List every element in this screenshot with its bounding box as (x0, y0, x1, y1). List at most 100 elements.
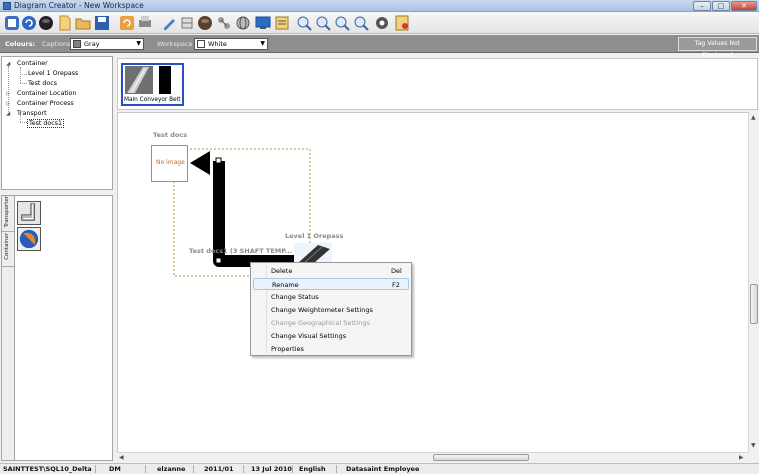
status-date: 13 Jul 2010 (251, 465, 292, 473)
pencil-icon[interactable] (161, 15, 177, 31)
report-icon[interactable] (394, 15, 410, 31)
captions-label: Captions (42, 40, 71, 48)
node-test-docs[interactable]: No image (151, 145, 188, 182)
tree-line (20, 122, 27, 123)
context-menu: Delete Del Rename F2 Change Status Chang… (250, 262, 412, 356)
node-icon[interactable] (197, 15, 213, 31)
tag-values-button[interactable]: Tag Values Not Displayed (678, 37, 757, 59)
menu-item-shortcut: Del (391, 267, 402, 275)
scrollbar-corner (748, 452, 759, 462)
diagram-thumbnail-strip: Main Conveyor Belt (117, 58, 758, 110)
captions-colour-swatch (73, 40, 81, 48)
tree-line (20, 74, 27, 75)
tree-expander[interactable]: ◢ (6, 61, 10, 67)
tree-line (20, 67, 21, 83)
tab-container[interactable]: Container (2, 233, 14, 267)
scroll-right-icon[interactable]: ▶ (739, 454, 744, 461)
resize-handle (215, 157, 222, 164)
status-period: 2011/01 (204, 465, 234, 473)
chevron-down-icon: ▼ (260, 40, 265, 47)
zoom-fit-icon[interactable] (334, 15, 350, 31)
layer-icon[interactable] (179, 15, 195, 31)
menu-item-properties[interactable]: Properties (253, 343, 409, 355)
menu-item-label: Change Geographical Settings (271, 319, 370, 327)
title-bar: Diagram Creator - New Workspace – □ ✕ (0, 0, 759, 12)
object-palette: Transporter Container (1, 195, 113, 461)
close-button[interactable]: ✕ (731, 1, 757, 11)
zoom-out-icon[interactable] (315, 15, 331, 31)
transporter-chute-icon[interactable] (17, 201, 41, 225)
menu-item-label: Delete (271, 267, 293, 275)
thumbnail-main-conveyor-belt[interactable]: Main Conveyor Belt (121, 63, 184, 106)
refresh-icon[interactable] (21, 15, 37, 31)
tree-item-level-1-orepass[interactable]: Level 1 Orepass (28, 70, 78, 77)
menu-item-rename[interactable]: Rename F2 (253, 278, 409, 290)
conveyor-arrowhead (190, 151, 210, 175)
colours-label: Colours: (5, 40, 36, 48)
scroll-up-icon[interactable]: ▲ (751, 114, 756, 121)
undo-icon[interactable] (119, 15, 135, 31)
node-test-docs-label: Test docs (153, 131, 188, 139)
save-icon[interactable] (94, 15, 110, 31)
vertical-scroll-thumb[interactable] (750, 284, 758, 324)
main-toolbar (0, 12, 759, 34)
container-ball-icon[interactable] (17, 227, 41, 251)
globe-icon[interactable] (235, 15, 251, 31)
workspace-colour-value: White (208, 40, 227, 48)
zoom-in-icon[interactable] (296, 15, 312, 31)
tab-transporter[interactable]: Transporter (2, 196, 14, 232)
tree-expander[interactable]: ◢ (6, 111, 10, 117)
status-separator (145, 465, 146, 473)
tree-item-container[interactable]: Container (17, 60, 48, 67)
horizontal-scrollbar[interactable]: ◀ ▶ (117, 452, 748, 462)
status-separator (336, 465, 337, 473)
tree-expander[interactable]: ▷ (6, 101, 10, 107)
node-level-1-orepass-label: Level 1 Orepass (285, 232, 344, 240)
workspace-colour-select[interactable]: White ▼ (194, 38, 268, 50)
properties-icon[interactable] (274, 15, 290, 31)
settings-icon[interactable] (374, 15, 390, 31)
new-icon[interactable] (4, 15, 20, 31)
tab-transporter-label: Transporter (4, 196, 10, 228)
tree-line (20, 83, 27, 84)
menu-item-change-status[interactable]: Change Status (253, 291, 409, 303)
vertical-scrollbar[interactable]: ▲ ▼ (748, 112, 759, 452)
window-title: Diagram Creator - New Workspace (14, 1, 144, 10)
menu-item-delete[interactable]: Delete Del (253, 265, 409, 277)
scroll-down-icon[interactable]: ▼ (751, 442, 756, 449)
tree-item-test-docs1[interactable]: Test docs1 (27, 119, 64, 128)
horizontal-scroll-thumb[interactable] (433, 454, 529, 461)
tree-item-test-docs[interactable]: Test docs (28, 80, 57, 87)
minimize-button[interactable]: – (693, 1, 711, 11)
print-icon[interactable] (137, 15, 153, 31)
maximize-button[interactable]: □ (712, 1, 730, 11)
menu-item-label: Change Visual Settings (271, 332, 347, 340)
status-separator (243, 465, 244, 473)
captions-colour-select[interactable]: Gray ▼ (70, 38, 144, 50)
status-module: DM (109, 465, 121, 473)
palette-tabs: Transporter Container (2, 196, 15, 460)
tree-item-container-process[interactable]: Container Process (17, 100, 74, 107)
status-separator (193, 465, 194, 473)
tree-item-transport[interactable]: Transport (17, 110, 47, 117)
menu-item-label: Change Weightometer Settings (271, 306, 373, 314)
circle-icon[interactable] (38, 15, 54, 31)
monitor-icon[interactable] (255, 15, 271, 31)
status-company: Datasaint Employee (346, 465, 420, 473)
tree-expander[interactable]: ▷ (6, 91, 10, 97)
workspace-tree: ◢ Container Level 1 Orepass Test docs ▷ … (1, 56, 113, 190)
menu-item-change-visual-settings[interactable]: Change Visual Settings (253, 330, 409, 342)
menu-item-change-weightometer-settings[interactable]: Change Weightometer Settings (253, 304, 409, 316)
document-icon[interactable] (57, 15, 73, 31)
open-folder-icon[interactable] (75, 15, 91, 31)
diagram-canvas[interactable]: Test docs No image Level 1 Orepass Test … (117, 112, 748, 452)
menu-item-label: Rename (272, 281, 299, 289)
scroll-left-icon[interactable]: ◀ (119, 454, 124, 461)
zoom-reset-icon[interactable] (353, 15, 369, 31)
resize-handle (215, 257, 222, 264)
status-separator (95, 465, 96, 473)
no-image-placeholder: No image (156, 159, 185, 166)
tree-item-container-location[interactable]: Container Location (17, 90, 76, 97)
connector-icon[interactable] (216, 15, 232, 31)
node-test-docs1-label: Test docs1 (3 SHAFT TEMP... (189, 247, 293, 255)
